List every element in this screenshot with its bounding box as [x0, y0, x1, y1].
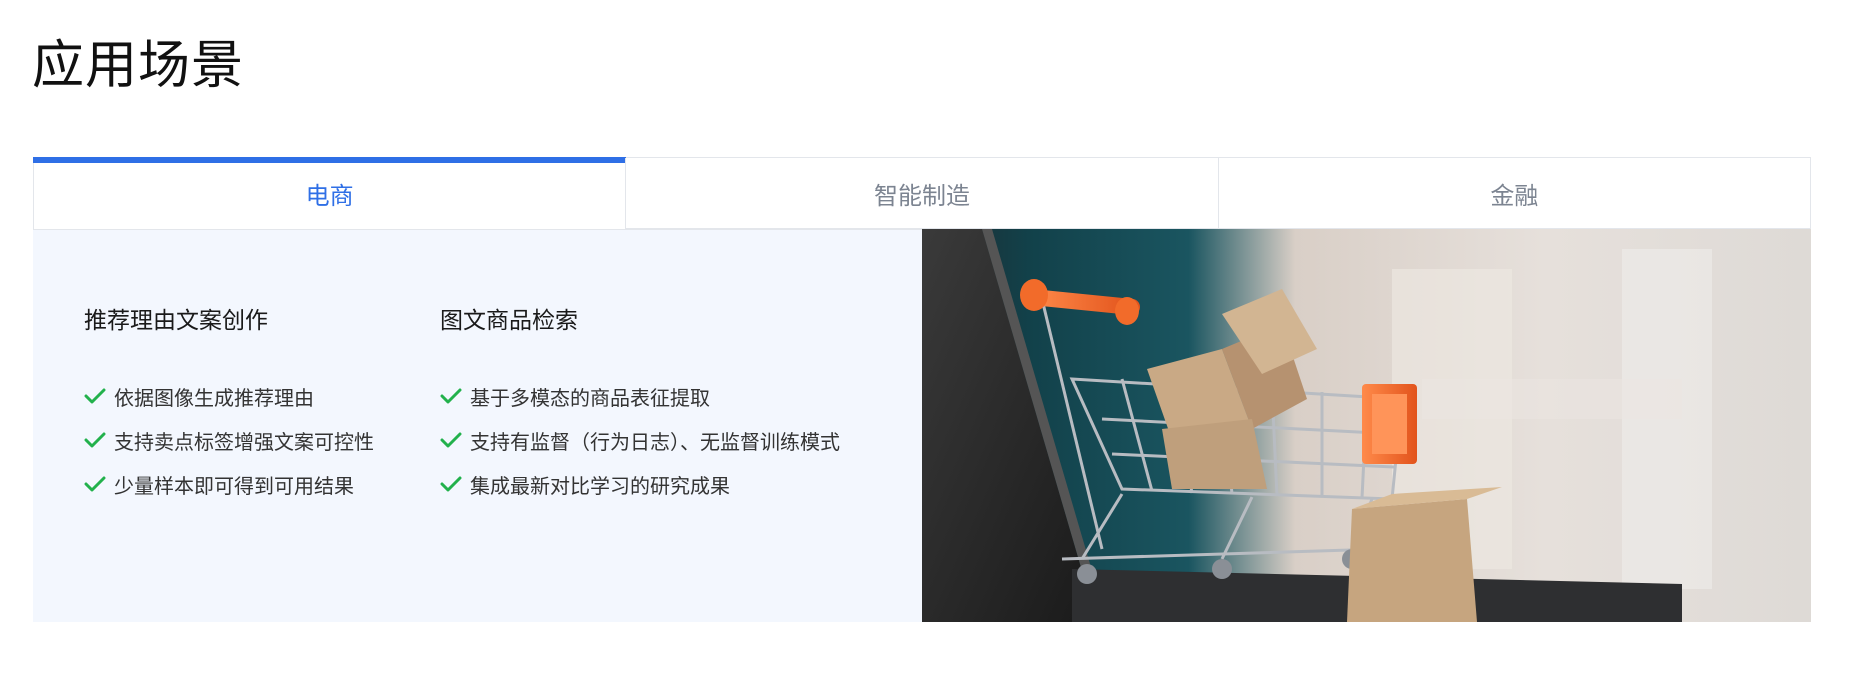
check-icon	[440, 388, 462, 404]
feature-item: 依据图像生成推荐理由	[84, 374, 374, 418]
tab-panel-ecommerce: 推荐理由文案创作 依据图像生成推荐理由 支持卖点标签增强文案可控性 少量样本即可…	[33, 229, 1811, 622]
features-area: 推荐理由文案创作 依据图像生成推荐理由 支持卖点标签增强文案可控性 少量样本即可…	[33, 229, 922, 622]
feature-text: 基于多模态的商品表征提取	[470, 385, 710, 410]
scenario-image	[922, 229, 1811, 622]
feature-text: 支持卖点标签增强文案可控性	[114, 429, 374, 454]
page-title: 应用场景	[32, 36, 245, 96]
check-icon	[440, 432, 462, 448]
feature-text: 少量样本即可得到可用结果	[114, 473, 354, 498]
feature-item: 集成最新对比学习的研究成果	[440, 462, 840, 506]
check-icon	[84, 476, 106, 492]
tab-ecommerce[interactable]: 电商	[32, 157, 627, 229]
check-icon	[84, 388, 106, 404]
feature-text: 支持有监督（行为日志）、无监督训练模式	[470, 429, 840, 454]
feature-text: 集成最新对比学习的研究成果	[470, 473, 730, 498]
feature-item: 少量样本即可得到可用结果	[84, 462, 374, 506]
feature-column-copywriting: 推荐理由文案创作 依据图像生成推荐理由 支持卖点标签增强文案可控性 少量样本即可…	[84, 306, 374, 506]
check-icon	[84, 432, 106, 448]
scenario-tabs: 电商 智能制造 金融	[32, 157, 1811, 229]
column-heading: 图文商品检索	[440, 308, 578, 334]
column-heading: 推荐理由文案创作	[84, 308, 268, 334]
feature-text: 依据图像生成推荐理由	[114, 385, 314, 410]
feature-item: 支持卖点标签增强文案可控性	[84, 418, 374, 462]
feature-item: 基于多模态的商品表征提取	[440, 374, 840, 418]
feature-item: 支持有监督（行为日志）、无监督训练模式	[440, 418, 840, 462]
shopping-cart-photo	[922, 229, 1811, 622]
tab-finance[interactable]: 金融	[1217, 158, 1810, 229]
tab-smart-manufacturing[interactable]: 智能制造	[625, 158, 1218, 229]
check-icon	[440, 476, 462, 492]
feature-column-retrieval: 图文商品检索 基于多模态的商品表征提取 支持有监督（行为日志）、无监督训练模式 …	[440, 306, 840, 506]
